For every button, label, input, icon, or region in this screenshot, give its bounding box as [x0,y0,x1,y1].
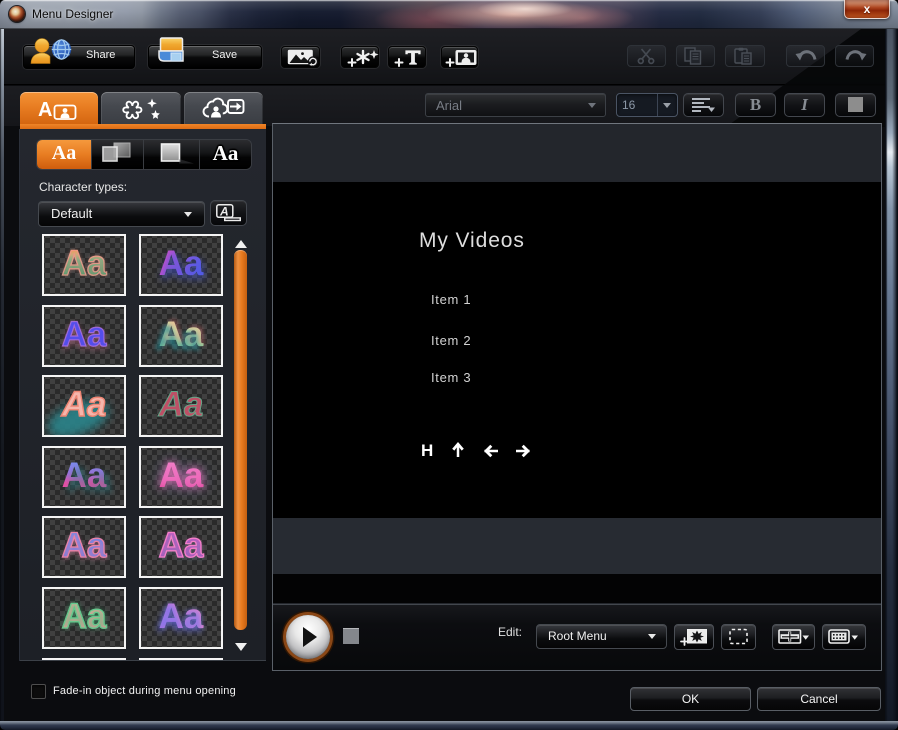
svg-text:A: A [38,99,52,121]
svg-text:A: A [219,205,229,219]
